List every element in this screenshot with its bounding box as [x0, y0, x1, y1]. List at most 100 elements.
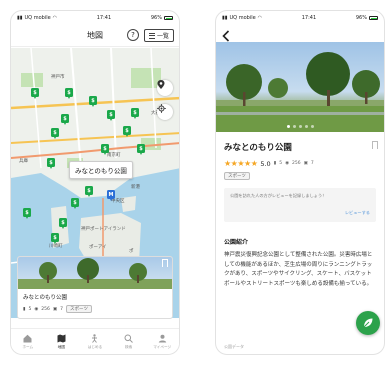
park-preview-card[interactable]: みなとのもり公園 ▮ 5 ◉ 256 ▣ 7 スポーツ: [17, 256, 173, 319]
carousel-dots: [216, 125, 384, 128]
category-tag: スポーツ: [224, 172, 250, 180]
review-count: 5: [279, 161, 283, 166]
camera-icon: ▣: [52, 306, 58, 312]
park-marker[interactable]: $: [51, 233, 59, 244]
bookmark-icon[interactable]: [162, 259, 168, 267]
section-heading: 公園紹介: [224, 239, 249, 246]
review-count: 5: [28, 306, 32, 312]
park-photo: [216, 52, 384, 132]
pin-icon: [157, 80, 165, 89]
park-marker[interactable]: $: [131, 108, 139, 119]
wifi-icon: ◠: [257, 15, 263, 21]
view-count: 256: [292, 161, 301, 166]
map-label: ポーアイ: [89, 245, 107, 250]
carousel-dot[interactable]: [286, 125, 290, 128]
camera-icon: ▣: [303, 161, 308, 166]
checkin-fab[interactable]: [356, 311, 380, 335]
tab-start[interactable]: はじめる: [80, 334, 110, 350]
list-icon: [148, 32, 155, 39]
write-review-link[interactable]: レビューする: [345, 210, 370, 216]
eye-icon: ◉: [285, 161, 289, 166]
clock: 17:41: [96, 15, 112, 21]
eye-icon: ◉: [34, 306, 39, 312]
park-name: みなとのもり公園: [23, 295, 67, 301]
park-marker[interactable]: $: [101, 144, 109, 155]
park-marker[interactable]: $: [71, 198, 79, 209]
wifi-icon: ◠: [52, 15, 58, 21]
help-button[interactable]: ?: [127, 29, 139, 41]
park-marker[interactable]: $: [89, 96, 97, 107]
park-marker[interactable]: $: [31, 88, 39, 99]
review-icon: ▮: [23, 306, 26, 312]
park-stats: ▮ 5 ◉ 256 ▣ 7 スポーツ: [23, 305, 92, 313]
park-marker[interactable]: $: [137, 144, 145, 155]
carrier-label: ▮▮ UQ mobile ◠: [222, 15, 263, 21]
park-marker[interactable]: $: [107, 110, 115, 121]
park-marker[interactable]: $: [59, 218, 67, 229]
park-detail-screen: ▮▮ UQ mobile ◠ 17:41 96% みなとのもり公園 ★★★★★ …: [215, 10, 385, 355]
tab-home[interactable]: ホーム: [13, 334, 43, 350]
location-pin-button[interactable]: [157, 80, 173, 96]
user-icon: [157, 334, 167, 344]
park-thumbnail: [18, 257, 172, 289]
chevron-left-icon: [222, 30, 230, 42]
park-marker[interactable]: $: [47, 158, 55, 169]
review-icon: ▮: [273, 161, 277, 166]
park-marker[interactable]: $: [23, 208, 31, 219]
map-label: 神戸ポートアイランド: [81, 227, 126, 232]
carousel-dot[interactable]: [310, 125, 314, 128]
bottom-tab-bar: ホーム 地図 はじめる 検索 マイページ: [11, 328, 179, 354]
park-marker[interactable]: $: [85, 186, 93, 197]
park-photo-carousel[interactable]: [216, 42, 384, 132]
map-label: 兵庫: [19, 159, 28, 164]
clock: 17:41: [301, 15, 317, 21]
view-count: 256: [41, 306, 50, 312]
carousel-dot[interactable]: [304, 125, 308, 128]
rating-row: ★★★★★ 5.0 ▮ 5 ◉ 256 ▣ 7: [224, 159, 314, 168]
crosshair-icon: [157, 104, 166, 113]
park-marker[interactable]: $: [61, 114, 69, 125]
signal-icon: ▮▮: [17, 15, 23, 21]
tab-search[interactable]: 検索: [114, 334, 144, 350]
tab-mypage[interactable]: マイページ: [147, 334, 177, 350]
rating-value: 5.0: [260, 159, 271, 168]
metro-marker[interactable]: M: [107, 190, 115, 201]
start-icon: [90, 334, 100, 344]
home-icon: [23, 334, 33, 344]
map-icon: [56, 334, 66, 344]
park-description: 神戸震災復興記念公園として整備された公園。災害時広場としての機能があるほか、芝生…: [224, 252, 373, 287]
carousel-dot[interactable]: [292, 125, 296, 128]
map-label: 新港: [131, 185, 140, 190]
battery-indicator: 96%: [151, 15, 173, 21]
park-marker[interactable]: $: [51, 128, 59, 139]
category-tag: スポーツ: [66, 305, 92, 313]
map-label: 南京町: [107, 153, 121, 158]
page-title: 地図: [87, 31, 103, 40]
rating-stars: ★★★★★: [224, 159, 258, 168]
carrier-label: ▮▮ UQ mobile ◠: [17, 15, 58, 21]
status-bar: ▮▮ UQ mobile ◠ 17:41 96%: [216, 11, 384, 25]
battery-icon: [164, 16, 173, 20]
battery-icon: [369, 16, 378, 20]
map-screen: ▮▮ UQ mobile ◠ 17:41 96% 地図 ? 一覧 神戸市 中央区…: [10, 10, 180, 355]
map-header: 地図 ? 一覧: [11, 25, 179, 47]
screenshot-stage: ▮▮ UQ mobile ◠ 17:41 96% 地図 ? 一覧 神戸市 中央区…: [0, 0, 389, 365]
list-view-button[interactable]: 一覧: [144, 29, 174, 42]
park-marker[interactable]: $: [65, 88, 73, 99]
bookmark-icon[interactable]: [372, 141, 378, 149]
selected-park-callout[interactable]: みなとのもり公園: [69, 161, 133, 179]
back-button[interactable]: [222, 27, 232, 42]
map-label: 神戸市: [51, 75, 65, 80]
park-title: みなとのもり公園: [224, 143, 292, 153]
park-marker[interactable]: $: [123, 126, 131, 137]
status-bar: ▮▮ UQ mobile ◠ 17:41 96%: [11, 11, 179, 25]
carousel-dot[interactable]: [298, 125, 302, 128]
tab-map[interactable]: 地図: [46, 334, 76, 350]
battery-indicator: 96%: [356, 15, 378, 21]
park-photo: [18, 258, 172, 289]
photo-count: 7: [310, 161, 314, 166]
leaf-icon: [363, 318, 373, 328]
photo-count: 7: [60, 306, 64, 312]
current-location-button[interactable]: [157, 104, 173, 120]
park-data-heading: 公園データ: [224, 344, 244, 349]
